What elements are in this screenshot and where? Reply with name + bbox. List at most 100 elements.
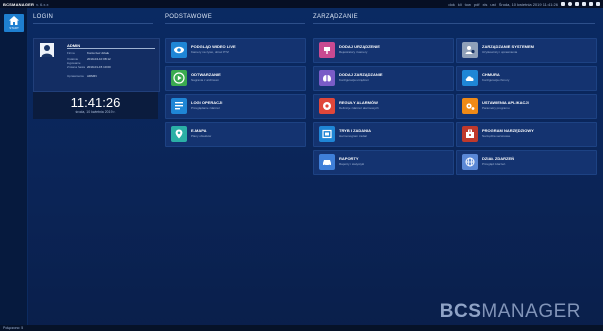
info-row: Uprawnienia ADMIN	[67, 74, 157, 78]
tile-subtitle: Harmonogram zadań	[339, 134, 368, 138]
tile-title: DODAJ URZĄDZENIE	[339, 44, 380, 49]
app-brand: BCSMANAGER	[3, 1, 35, 7]
divider	[67, 48, 155, 49]
task-icon	[319, 126, 335, 142]
add-device-icon	[319, 42, 335, 58]
home-icon	[9, 16, 19, 25]
tile-title: CHMURA	[482, 72, 500, 77]
tile-playback[interactable]: ODTWARZANIE Nagrania z archiwum	[165, 66, 306, 91]
tile-system-management[interactable]: ZARZĄDZANIE SYSTEMEM Użytkownicy i upraw…	[456, 38, 597, 63]
log-list-icon	[171, 98, 187, 114]
cloud-icon	[462, 70, 478, 86]
clock-time: 11:41:26	[70, 95, 121, 110]
tile-add-device[interactable]: DODAJ URZĄDZENIE Rejestratory i kamery	[313, 38, 454, 63]
settings-icon	[462, 98, 478, 114]
tile-subtitle: Narzędzia serwisowe	[482, 134, 511, 138]
topbar-link[interactable]: pdf	[474, 2, 480, 7]
info-value: 2019-01-15 10:00	[87, 65, 111, 69]
tile-title: DODAJ ZARZĄDZANIE	[339, 72, 383, 77]
tile-operation-logs[interactable]: LOGI OPERACJI Przeglądanie zdarzeń	[165, 94, 306, 119]
tile-alarm-rules[interactable]: REGUŁY ALARMÓW Definicje zdarzeń alarmow…	[313, 94, 454, 119]
tile-subtitle: Parametry programu	[482, 106, 510, 110]
tile-live-view[interactable]: PODGLĄD WIDEO LIVE Kamery na żywo, obraz…	[165, 38, 306, 63]
lock-icon[interactable]	[561, 2, 565, 6]
topbar-link[interactable]: kli	[458, 2, 462, 7]
user-avatar-icon	[40, 43, 54, 57]
globe-icon	[462, 154, 478, 170]
tile-subtitle: Rejestratory i kamery	[339, 50, 368, 54]
sidebar: START	[0, 8, 28, 331]
info-row: Ostatnie logowanie 2019-04-10 08:12	[67, 57, 157, 65]
tile-subtitle: Użytkownicy i uprawnienia	[482, 50, 518, 54]
tile-tasks[interactable]: TRYB I ZADANIA Harmonogram zadań	[313, 122, 454, 147]
help-icon[interactable]	[575, 2, 579, 6]
tile-subtitle: Konfiguracja chmury	[482, 78, 510, 82]
logo-bold: BCS	[439, 301, 482, 322]
tile-reports[interactable]: RAPORTY Raporty i statystyki	[313, 150, 454, 175]
footer-logo: BCSMANAGER	[440, 301, 581, 323]
tile-title: USTAWIENIA APLIKACJI	[482, 100, 529, 105]
section-title-login: LOGIN	[33, 14, 153, 24]
lungs-icon	[319, 70, 335, 86]
info-value: Konto bez działu	[87, 51, 110, 55]
tile-title: LOGI OPERACJI	[191, 100, 223, 105]
play-icon	[171, 70, 187, 86]
car-icon	[319, 154, 335, 170]
tile-app-settings[interactable]: USTAWIENIA APLIKACJI Parametry programu	[456, 94, 597, 119]
topbar-link[interactable]: xls	[482, 2, 487, 7]
tile-subtitle: Konfiguracja urządzeń	[339, 78, 369, 82]
tile-add-management[interactable]: DODAJ ZARZĄDZANIE Konfiguracja urządzeń	[313, 66, 454, 91]
tile-subtitle: Raporty i statystyki	[339, 162, 365, 166]
info-key: Uprawnienia	[67, 74, 84, 78]
home-button[interactable]: START	[4, 14, 24, 32]
toolbox-icon	[462, 126, 478, 142]
tile-title: PODGLĄD WIDEO LIVE	[191, 44, 236, 49]
map-icon	[171, 126, 187, 142]
minimize-icon[interactable]	[582, 2, 586, 6]
maximize-icon[interactable]	[589, 2, 593, 6]
tile-subtitle: Przeglądanie zdarzeń	[191, 106, 221, 110]
topbar-datetime: Środa, 10 kwietnia 2019 11:41:26	[498, 1, 558, 7]
tile-subtitle: Kamery na żywo, obraz PTZ	[191, 50, 229, 54]
eye-icon	[171, 42, 187, 58]
tile-title: DZIAŁ ZDARZEŃ	[482, 156, 514, 161]
tile-emap[interactable]: E-MAPA Plany obiektów	[165, 122, 306, 147]
tile-cloud[interactable]: CHMURA Konfiguracja chmury	[456, 66, 597, 91]
logo-rest: MANAGER	[481, 301, 581, 322]
topbar-right: dok kli tow pdf xls ust Środa, 10 kwietn…	[448, 0, 600, 8]
info-key: Firma	[67, 51, 75, 55]
clock-panel: 11:41:26 środa, 10 kwietnia 2019 r.	[33, 92, 158, 119]
section-title-base: PODSTAWOWE	[165, 14, 305, 24]
avatar	[40, 43, 54, 57]
app-version: v. 6.x.x	[36, 1, 49, 7]
tile-subtitle: Definicje zdarzeń alarmowych	[339, 106, 379, 110]
topbar-link[interactable]: ust	[490, 2, 495, 7]
tile-title: PROGRAM NARZĘDZIOWY	[482, 128, 534, 133]
tile-title: E-MAPA	[191, 128, 207, 133]
alarm-rule-icon	[319, 98, 335, 114]
info-row: Firma Konto bez działu	[67, 51, 157, 55]
tile-title: TRYB I ZADANIA	[339, 128, 372, 133]
info-value: 2019-04-10 08:12	[87, 57, 111, 61]
tile-title: REGUŁY ALARMÓW	[339, 100, 378, 105]
user-icon[interactable]	[568, 2, 572, 6]
section-title-manage: ZARZĄDZANIE	[313, 14, 595, 24]
tile-subtitle: Przegląd zdarzeń	[482, 162, 506, 166]
status-text: Połączono: 5	[3, 326, 24, 330]
topbar-link[interactable]: dok	[448, 2, 454, 7]
info-key: Zmiana hasła	[67, 65, 86, 69]
tile-title: ZARZĄDZANIE SYSTEMEM	[482, 44, 534, 49]
info-key: Ostatnie logowanie	[67, 57, 81, 65]
topbar-link[interactable]: tow	[465, 2, 471, 7]
tile-title: RAPORTY	[339, 156, 359, 161]
close-icon[interactable]	[596, 2, 600, 6]
tile-tool-program[interactable]: PROGRAM NARZĘDZIOWY Narzędzia serwisowe	[456, 122, 597, 147]
tile-events[interactable]: DZIAŁ ZDARZEŃ Przegląd zdarzeń	[456, 150, 597, 175]
tile-subtitle: Plany obiektów	[191, 134, 212, 138]
status-bar: Połączono: 5	[0, 325, 603, 331]
info-row: Zmiana hasła 2019-01-15 10:00	[67, 65, 157, 69]
users-icon	[462, 42, 478, 58]
title-bar: BCSMANAGER v. 6.x.x dok kli tow pdf xls …	[0, 0, 603, 8]
info-value: ADMIN	[87, 74, 97, 78]
tile-subtitle: Nagrania z archiwum	[191, 78, 220, 82]
